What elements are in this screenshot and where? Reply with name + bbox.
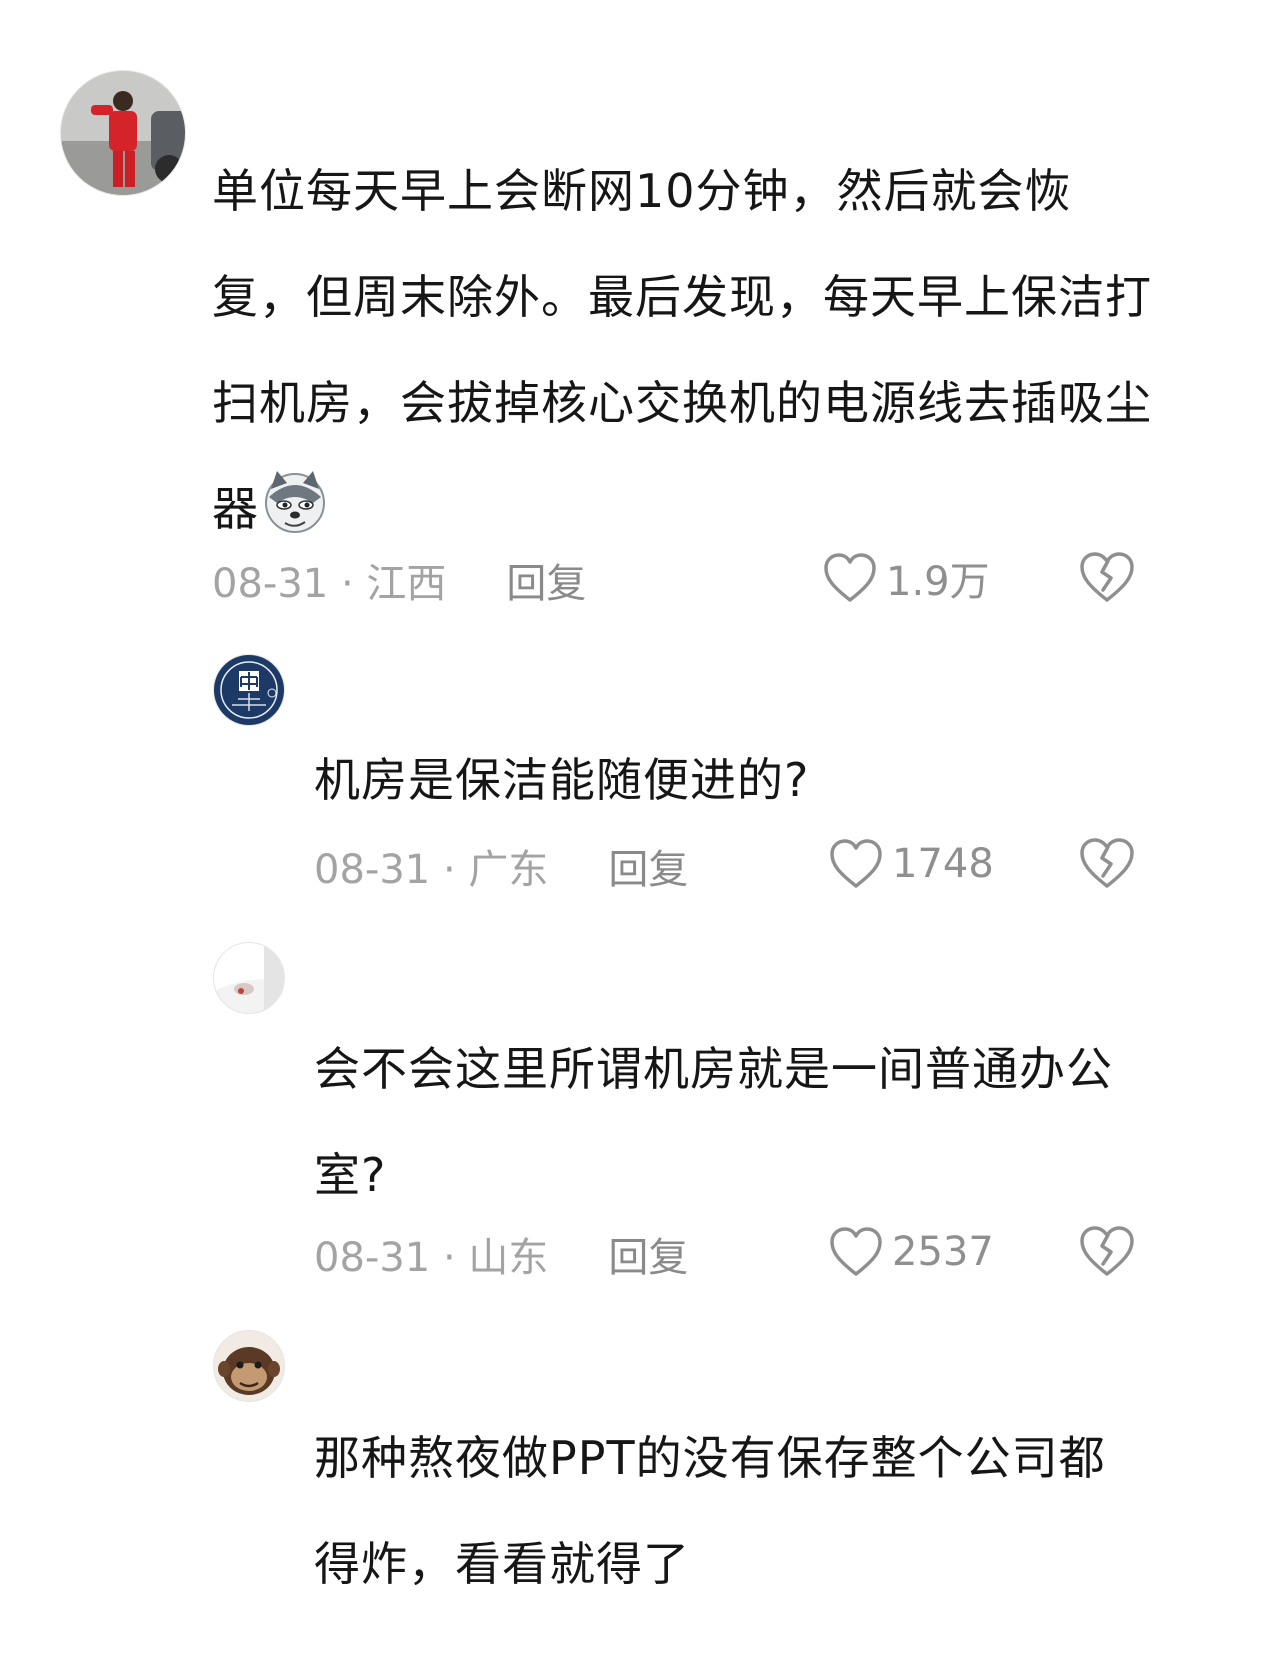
date-location: 08-31 · 山东 xyxy=(314,1235,549,1281)
smirking-husky-emoji-icon xyxy=(261,466,329,534)
blue-seal-avatar-icon xyxy=(214,655,284,725)
monkey-avatar-icon xyxy=(214,1331,284,1401)
comment-text-body: 会不会这里所谓机房就是一间普通办公室? xyxy=(314,1042,1113,1202)
comment-text-body: 单位每天早上会断网10分钟，然后就会恢复，但周末除外。最后发现，每天早上保洁打扫… xyxy=(212,164,1152,536)
comment-text-body: 那种熬夜做PPT的没有保存整个公司都得炸，看看就得了 xyxy=(314,1431,1106,1591)
dislike-button[interactable] xyxy=(1078,1224,1136,1278)
heart-icon xyxy=(830,1227,882,1276)
comment-text: 会不会这里所谓机房就是一间普通办公室? xyxy=(314,1016,1134,1228)
comment-meta: 08-31 · 广东 回复 xyxy=(314,836,688,896)
date-location: 08-31 · 江西 xyxy=(212,561,447,607)
reply-button[interactable]: 回复 xyxy=(608,1225,688,1283)
heart-icon xyxy=(824,553,876,602)
broken-heart-icon xyxy=(1080,552,1134,602)
white-object-avatar-icon xyxy=(214,943,284,1013)
reply-button[interactable]: 回复 xyxy=(608,837,688,895)
comment-text: 机房是保洁能随便进的? xyxy=(314,727,1154,833)
avatar[interactable] xyxy=(60,70,186,196)
like-count: 1748 xyxy=(892,841,994,887)
date-location: 08-31 · 广东 xyxy=(314,847,549,893)
like-count: 2537 xyxy=(892,1229,994,1275)
reply-button[interactable]: 回复 xyxy=(506,551,586,609)
broken-heart-icon xyxy=(1080,838,1134,888)
comment-text-body: 机房是保洁能随便进的? xyxy=(314,753,810,807)
like-button[interactable]: 2537 xyxy=(828,1222,994,1282)
comment-text: 那种熬夜做PPT的没有保存整个公司都得炸，看看就得了 xyxy=(314,1405,1134,1617)
person-in-red-avatar-icon xyxy=(61,71,185,195)
avatar[interactable] xyxy=(213,942,285,1014)
broken-heart-icon xyxy=(1080,1226,1134,1276)
heart-icon xyxy=(830,839,882,888)
comment-text: 单位每天早上会断网10分钟，然后就会恢复，但周末除外。最后发现，每天早上保洁打扫… xyxy=(212,138,1152,562)
avatar[interactable] xyxy=(213,1330,285,1402)
like-button[interactable]: 1748 xyxy=(828,834,994,894)
dislike-button[interactable] xyxy=(1078,550,1136,604)
like-button[interactable]: 1.9万 xyxy=(822,548,990,608)
like-count: 1.9万 xyxy=(886,559,990,605)
comment-meta: 08-31 · 江西 回复 xyxy=(212,550,586,610)
comment-meta: 08-31 · 山东 回复 xyxy=(314,1224,688,1284)
avatar[interactable] xyxy=(213,654,285,726)
dislike-button[interactable] xyxy=(1078,836,1136,890)
